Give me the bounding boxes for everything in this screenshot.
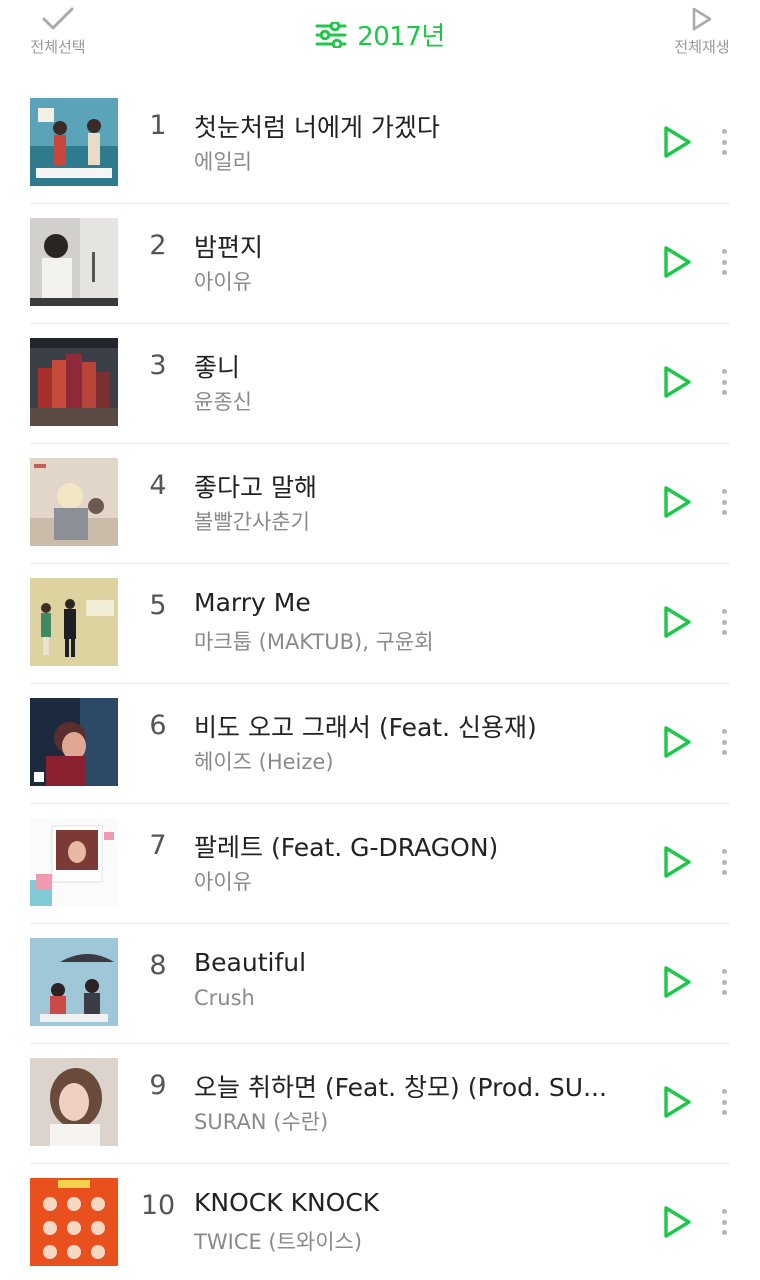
song-list: 1 첫눈처럼 너에게 가겠다 에일리 2 밤편지 아이유 3 좋니 윤종신 4 … bbox=[0, 84, 760, 1280]
rank-number: 1 bbox=[149, 110, 167, 141]
year-label: 2017년 bbox=[357, 22, 445, 52]
play-icon[interactable] bbox=[660, 1084, 694, 1120]
song-row[interactable]: 1 첫눈처럼 너에게 가겠다 에일리 bbox=[0, 84, 760, 204]
rank-number: 9 bbox=[149, 1070, 167, 1101]
song-artist: TWICE (트와이스) bbox=[194, 1230, 363, 1254]
more-vertical-icon[interactable] bbox=[714, 1086, 734, 1118]
more-vertical-icon[interactable] bbox=[714, 126, 734, 158]
play-icon[interactable] bbox=[660, 484, 694, 520]
play-all-button[interactable]: 전체재생 bbox=[666, 6, 738, 57]
play-icon[interactable] bbox=[660, 1204, 694, 1240]
song-title: 비도 오고 그래서 (Feat. 신용재) bbox=[194, 713, 537, 742]
song-title: 팔레트 (Feat. G-DRAGON) bbox=[194, 833, 499, 862]
song-title: 좋니 bbox=[194, 353, 241, 382]
more-vertical-icon[interactable] bbox=[714, 606, 734, 638]
song-row[interactable]: 6 비도 오고 그래서 (Feat. 신용재) 헤이즈 (Heize) bbox=[0, 684, 760, 804]
album-cover bbox=[30, 98, 118, 186]
rank-number: 8 bbox=[149, 950, 167, 981]
album-cover bbox=[30, 458, 118, 546]
top-bar: 전체선택 2017년 전체재생 bbox=[0, 0, 760, 82]
song-row[interactable]: 4 좋다고 말해 볼빨간사춘기 bbox=[0, 444, 760, 564]
more-vertical-icon[interactable] bbox=[714, 966, 734, 998]
play-icon[interactable] bbox=[660, 844, 694, 880]
song-artist: 윤종신 bbox=[194, 390, 252, 414]
more-vertical-icon[interactable] bbox=[714, 1206, 734, 1238]
song-artist: 헤이즈 (Heize) bbox=[194, 750, 334, 774]
song-row[interactable]: 2 밤편지 아이유 bbox=[0, 204, 760, 324]
song-artist: 아이유 bbox=[194, 870, 252, 894]
song-artist: SURAN (수란) bbox=[194, 1110, 329, 1134]
song-artist: 아이유 bbox=[194, 270, 252, 294]
album-cover bbox=[30, 578, 118, 666]
more-vertical-icon[interactable] bbox=[714, 846, 734, 878]
play-all-label: 전체재생 bbox=[674, 38, 730, 56]
more-vertical-icon[interactable] bbox=[714, 726, 734, 758]
rank-number: 6 bbox=[149, 710, 167, 741]
rank-number: 2 bbox=[149, 230, 167, 261]
song-row[interactable]: 3 좋니 윤종신 bbox=[0, 324, 760, 444]
sliders-icon bbox=[315, 21, 347, 48]
play-icon[interactable] bbox=[660, 124, 694, 160]
rank-number: 7 bbox=[149, 830, 167, 861]
song-row[interactable]: 7 팔레트 (Feat. G-DRAGON) 아이유 bbox=[0, 804, 760, 924]
song-title: 첫눈처럼 너에게 가겠다 bbox=[194, 113, 440, 142]
more-vertical-icon[interactable] bbox=[714, 246, 734, 278]
song-row[interactable]: 8 Beautiful Crush bbox=[0, 924, 760, 1044]
song-title: 오늘 취하면 (Feat. 창모) (Prod. SU... bbox=[194, 1073, 607, 1102]
song-title: Marry Me bbox=[194, 588, 311, 617]
play-icon[interactable] bbox=[660, 724, 694, 760]
year-filter[interactable]: 2017년 bbox=[0, 16, 760, 53]
song-row[interactable]: 9 오늘 취하면 (Feat. 창모) (Prod. SU... SURAN (… bbox=[0, 1044, 760, 1164]
rank-number: 10 bbox=[140, 1190, 176, 1221]
album-cover bbox=[30, 218, 118, 306]
album-cover bbox=[30, 338, 118, 426]
rank-number: 3 bbox=[149, 350, 167, 381]
play-outline-icon bbox=[692, 7, 712, 31]
song-artist: 마크툽 (MAKTUB), 구윤회 bbox=[194, 630, 434, 654]
album-cover bbox=[30, 698, 118, 786]
album-cover bbox=[30, 1058, 118, 1146]
song-row[interactable]: 5 Marry Me 마크툽 (MAKTUB), 구윤회 bbox=[0, 564, 760, 684]
rank-number: 5 bbox=[149, 590, 167, 621]
song-artist: Crush bbox=[194, 986, 255, 1010]
song-title: KNOCK KNOCK bbox=[194, 1188, 380, 1217]
album-cover bbox=[30, 938, 118, 1026]
song-artist: 볼빨간사춘기 bbox=[194, 510, 310, 534]
play-icon[interactable] bbox=[660, 364, 694, 400]
more-vertical-icon[interactable] bbox=[714, 486, 734, 518]
play-icon[interactable] bbox=[660, 964, 694, 1000]
play-icon[interactable] bbox=[660, 604, 694, 640]
more-vertical-icon[interactable] bbox=[714, 366, 734, 398]
song-title: Beautiful bbox=[194, 948, 307, 977]
album-cover bbox=[30, 818, 118, 906]
song-title: 좋다고 말해 bbox=[194, 473, 317, 502]
song-artist: 에일리 bbox=[194, 150, 252, 174]
play-icon[interactable] bbox=[660, 244, 694, 280]
album-cover bbox=[30, 1178, 118, 1266]
song-title: 밤편지 bbox=[194, 233, 264, 262]
song-row[interactable]: 10 KNOCK KNOCK TWICE (트와이스) bbox=[0, 1164, 760, 1280]
rank-number: 4 bbox=[149, 470, 167, 501]
